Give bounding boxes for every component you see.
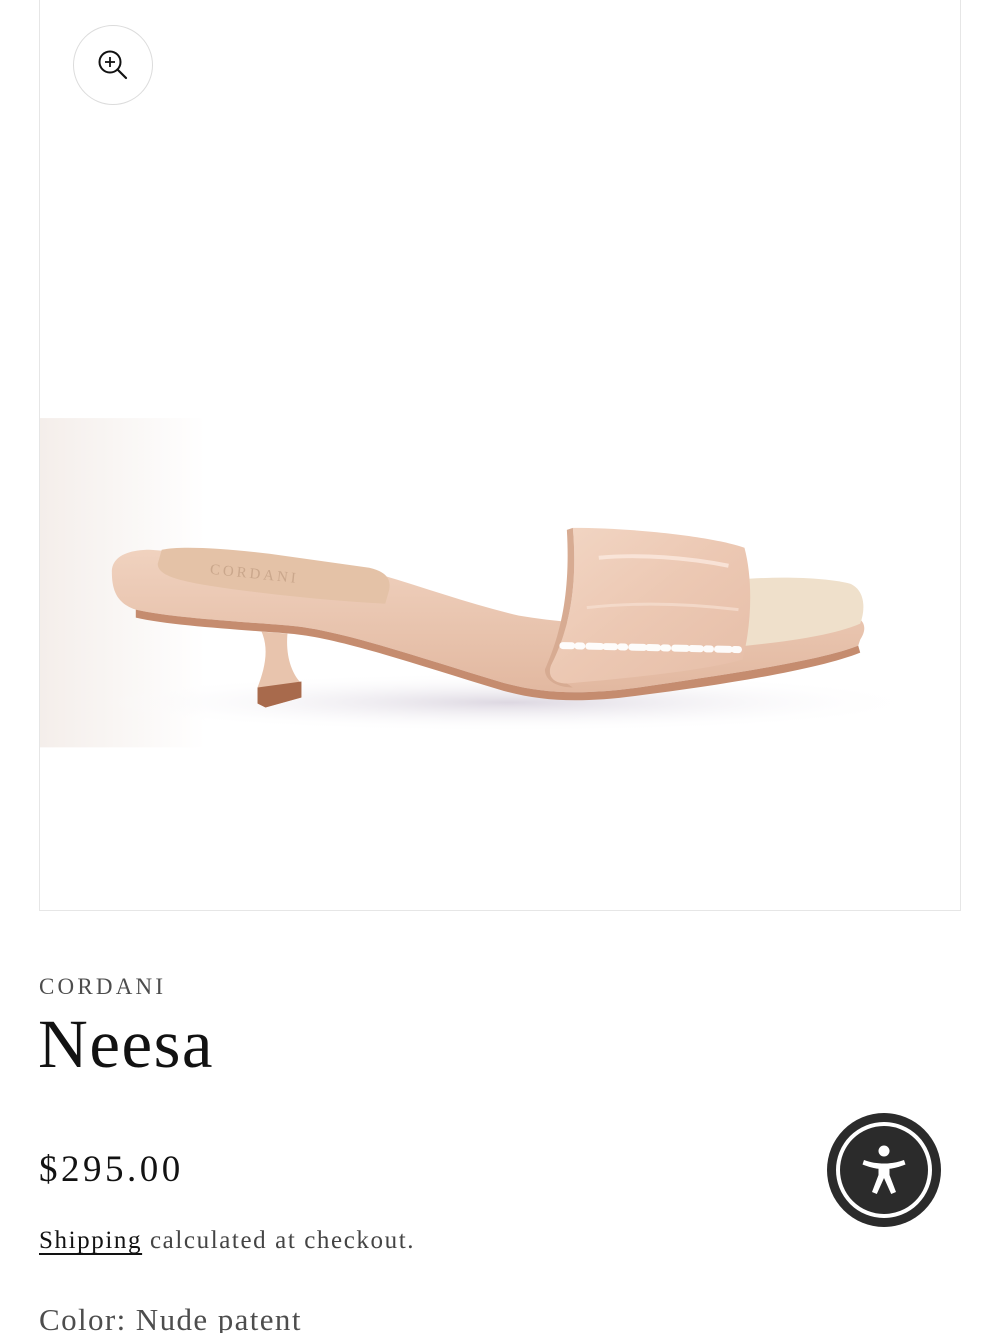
- color-label: Color:: [39, 1302, 127, 1333]
- product-title: Neesa: [38, 1006, 215, 1082]
- product-media: CORDANI: [39, 0, 961, 911]
- zoom-button[interactable]: [73, 25, 153, 105]
- zoom-in-icon: [98, 50, 128, 80]
- shipping-note: Shipping calculated at checkout.: [39, 1227, 415, 1255]
- shipping-note-text: calculated at checkout.: [142, 1227, 416, 1254]
- color-value: Nude patent: [135, 1302, 302, 1333]
- accessibility-icon: [862, 1145, 906, 1194]
- shipping-link[interactable]: Shipping: [39, 1227, 142, 1254]
- accessibility-button[interactable]: [827, 1113, 941, 1227]
- product-image[interactable]: CORDANI: [40, 0, 960, 910]
- product-price: $295.00: [39, 1149, 184, 1190]
- accessibility-ring: [836, 1122, 932, 1218]
- color-option: Color: Nude patent: [39, 1302, 302, 1333]
- product-vendor: CORDANI: [39, 974, 167, 999]
